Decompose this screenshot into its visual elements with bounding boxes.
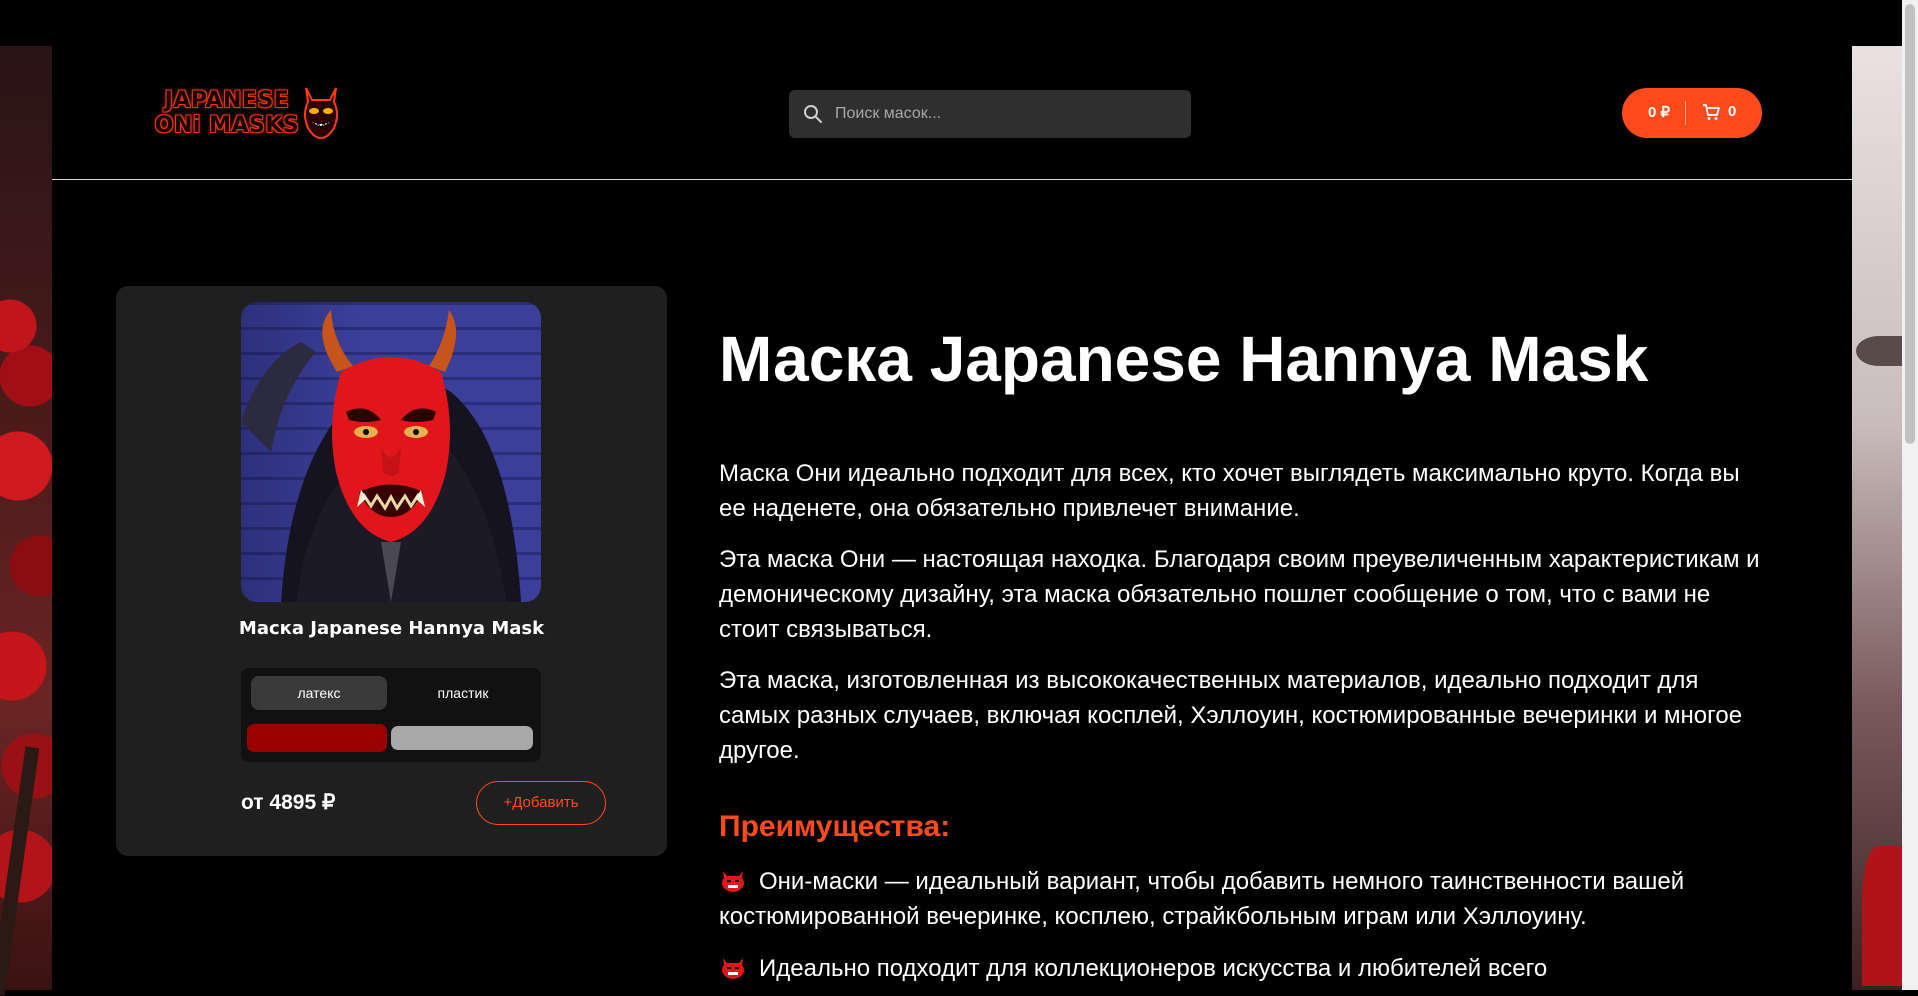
card-product-title[interactable]: Маска Japanese Hannya Mask xyxy=(116,618,667,639)
variant-selector: латекс пластик xyxy=(241,668,541,762)
cart-divider xyxy=(1685,101,1686,125)
site-logo[interactable]: JAPANESE ONi MASKS xyxy=(142,84,352,146)
product-card: Маска Japanese Hannya Mask латекс пласти… xyxy=(116,286,667,856)
product-image[interactable] xyxy=(241,302,541,602)
search-input[interactable] xyxy=(835,90,1175,138)
oni-face-icon xyxy=(304,87,338,140)
cart-count: 0 xyxy=(1728,103,1737,120)
advantage-text: Идеально подходит для коллекционеров иск… xyxy=(759,955,1548,982)
scrollbar-thumb[interactable] xyxy=(1905,4,1915,444)
search-icon xyxy=(804,105,822,123)
shopping-cart-icon xyxy=(1703,104,1720,120)
background-scenery-right xyxy=(1852,46,1902,990)
description-paragraph: Маска Они идеально подходит для всех, кт… xyxy=(719,460,1740,522)
variant-tab-plastic[interactable]: пластик xyxy=(395,676,531,710)
product-price: от 4895 ₽ xyxy=(241,791,336,814)
variant-tab-latex[interactable]: латекс xyxy=(251,676,387,710)
main-panel: JAPANESE ONi MASKS 0 ₽ xyxy=(52,46,1852,990)
oni-emoji-icon xyxy=(722,958,744,979)
oni-emoji-icon xyxy=(722,871,744,892)
logo-text: JAPANESE ONi MASKS xyxy=(154,88,300,138)
description-paragraph: Эта маска, изготовленная из высококачест… xyxy=(719,667,1743,764)
site-header: JAPANESE ONi MASKS 0 ₽ xyxy=(52,46,1852,180)
hannya-mask-illustration xyxy=(241,310,521,602)
add-to-cart-button[interactable]: +Добавить xyxy=(476,781,606,825)
advantage-text: Они-маски — идеальный вариант, чтобы доб… xyxy=(719,868,1685,930)
page-scrollbar[interactable] xyxy=(1902,0,1918,990)
top-strip xyxy=(0,0,1902,46)
color-swatch-gray[interactable] xyxy=(391,726,533,750)
description-paragraph: Эта маска Они — настоящая находка. Благо… xyxy=(719,546,1760,643)
product-title: Маска Japanese Hannya Mask xyxy=(719,323,1649,395)
advantages-heading: Преимущества: xyxy=(719,810,951,843)
cart-sum: 0 ₽ xyxy=(1648,104,1671,121)
advantage-item: Они-маски — идеальный вариант, чтобы доб… xyxy=(719,864,1779,934)
cart-button[interactable]: 0 ₽ 0 xyxy=(1622,88,1762,138)
background-scenery-left xyxy=(0,46,60,990)
advantage-item: Идеально подходит для коллекционеров иск… xyxy=(719,951,1779,986)
color-swatch-red[interactable] xyxy=(247,724,387,752)
search-box[interactable] xyxy=(789,90,1191,138)
